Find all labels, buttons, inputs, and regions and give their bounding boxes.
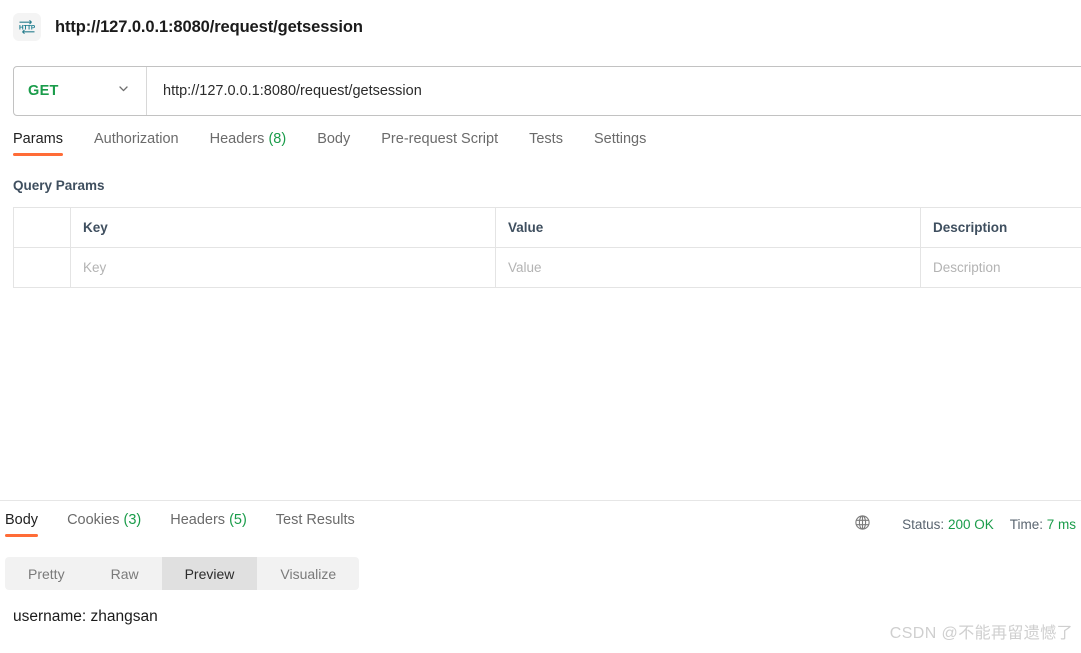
view-raw-button[interactable]: Raw [88,557,162,590]
tab-headers-label: Headers [209,131,265,147]
http-method-select[interactable]: GET [14,67,147,115]
tab-pre-request-script-label: Pre-request Script [381,131,499,147]
status-indicator[interactable]: Status: 200 OK [902,517,994,532]
tab-tests[interactable]: Tests [529,131,563,156]
response-body-content: username: zhangsan [13,608,158,625]
response-tab-headers-count: (5) [229,512,247,528]
tab-headers-count: (8) [268,131,287,147]
tab-body[interactable]: Body [317,131,350,156]
response-tab-bar: Body Cookies (3) Headers (5) Test Result… [5,512,384,537]
query-params-label: Query Params [13,178,105,193]
table-row: Key Value Description [13,247,1081,288]
tab-headers[interactable]: Headers (8) [210,131,287,156]
column-header-description: Description [920,207,1081,248]
response-tab-test-results[interactable]: Test Results [276,512,355,537]
response-divider [0,500,1081,501]
tab-body-label: Body [317,131,351,147]
row-checkbox-cell[interactable] [13,247,71,288]
response-view-switcher: Pretty Raw Preview Visualize [5,557,360,590]
tab-params-label: Params [13,131,63,147]
tab-pre-request-script[interactable]: Pre-request Script [381,131,498,156]
tab-params[interactable]: Params [13,131,63,156]
time-label: Time: [1009,516,1043,532]
status-value: 200 OK [947,516,994,532]
tab-tests-label: Tests [529,131,563,147]
time-value: 7 ms [1046,516,1076,532]
response-tab-body-label: Body [5,512,39,528]
response-tab-test-results-label: Test Results [275,512,355,528]
tab-authorization[interactable]: Authorization [94,131,179,156]
column-header-key: Key [70,207,496,248]
column-header-value: Value [495,207,921,248]
row-key-input[interactable]: Key [70,247,496,288]
svg-text:HTTP: HTTP [19,24,36,31]
response-tab-cookies[interactable]: Cookies (3) [67,512,141,537]
http-method-label: GET [28,83,59,99]
response-tab-cookies-count: (3) [123,512,142,528]
request-title: http://127.0.0.1:8080/request/getsession [55,17,363,36]
table-header-row: Key Value Description [13,207,1081,248]
globe-icon [854,514,871,534]
tab-authorization-label: Authorization [93,131,179,147]
request-header: HTTP http://127.0.0.1:8080/request/getse… [0,0,1081,54]
url-bar: GET http://127.0.0.1:8080/request/getses… [13,66,1081,116]
tab-settings[interactable]: Settings [594,131,646,156]
response-meta: Status: 200 OK Time: 7 ms [854,514,1076,534]
request-tab-bar: Params Authorization Headers (8) Body Pr… [13,131,1081,164]
response-tab-headers[interactable]: Headers (5) [170,512,247,537]
chevron-down-icon [117,82,130,100]
status-label: Status: [902,516,945,532]
response-tab-cookies-label: Cookies [67,512,120,528]
view-pretty-button[interactable]: Pretty [5,557,88,590]
csdn-watermark: CSDN @不能再留遗憾了 [889,625,1073,642]
response-tab-headers-label: Headers [170,512,226,528]
column-header-check [13,207,71,248]
http-protocol-icon: HTTP [13,13,41,41]
postman-request-window: HTTP http://127.0.0.1:8080/request/getse… [0,0,1081,653]
tab-settings-label: Settings [593,131,647,147]
response-tab-body[interactable]: Body [5,512,39,537]
time-indicator[interactable]: Time: 7 ms [1010,517,1076,532]
row-value-input[interactable]: Value [495,247,921,288]
query-params-table: Key Value Description Key Value Descript… [13,207,1081,288]
request-url-input[interactable]: http://127.0.0.1:8080/request/getsession [147,67,1081,115]
row-description-input[interactable]: Description [920,247,1081,288]
view-preview-button[interactable]: Preview [161,557,258,590]
view-visualize-button[interactable]: Visualize [257,557,359,590]
